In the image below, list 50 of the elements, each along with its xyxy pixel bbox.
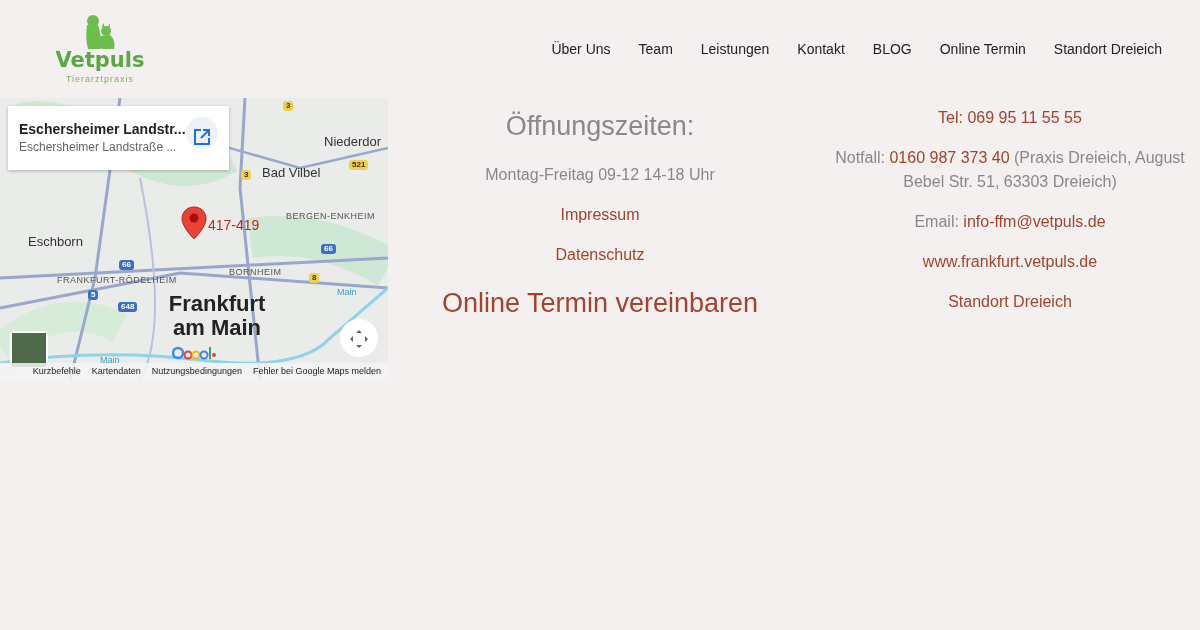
website-link[interactable]: www.frankfurt.vetpuls.de [922,250,1098,274]
nav-link[interactable]: Kontakt [783,38,859,60]
road-number: 8 [309,273,320,283]
footer-link[interactable]: Impressum [560,202,640,227]
nav-link[interactable]: Team [624,38,687,60]
appointment-link[interactable]: Online Termin vereinbaren [441,282,759,323]
logo-tagline: Tierarztpraxis [65,75,135,84]
district-label: BORNHEIM [229,268,282,277]
road-number: 66 [119,260,134,270]
map-footer-link[interactable]: Fehler bei Google Maps melden [252,364,381,379]
nav-link[interactable]: Standort Dreieich [1039,38,1176,60]
phone-link[interactable]: Tel: 069 95 11 55 55 [938,106,1082,130]
road-number: 3 [241,170,252,180]
place-title: Eschersheimer Landstr... [19,120,186,139]
place-label: Niederdor [324,135,382,148]
road-number: 521 [349,160,369,170]
logo-wordmark: Vetpuls [55,50,145,71]
place-label: Bad Vilbel [262,166,321,179]
road-number: 3 [283,101,294,111]
opening-hours-text: Montag-Freitag 09-12 14-18 Uhr [485,164,715,185]
open-in-maps-button[interactable] [186,117,218,149]
emergency-phone-link[interactable]: 0160 987 373 40 [889,149,1010,166]
map-pin-icon[interactable] [181,206,207,240]
location-link[interactable]: Standort Dreieich [948,290,1072,314]
river-label: Main [100,356,120,365]
road-number: 66 [321,244,336,254]
district-label: FRANKFURT-RÖDELHEIM [57,276,177,285]
map-provider-logo-icon [172,346,216,360]
road-number: 648 [118,302,138,312]
map-footer-link[interactable]: Nutzungsbedingungen [151,364,242,379]
city-label: Frankfurt am Main [167,292,267,341]
map-footer-link[interactable]: Kartendaten [91,364,141,379]
nav-link[interactable]: Über Uns [537,38,625,60]
emergency-text: Notfall: 0160 987 373 40 (Praxis Dreieich, August Bebel Str. 51, 63303 Dreieich) [834,148,1186,192]
district-label: BERGEN-ENKHEIM [286,212,375,221]
external-link-icon [193,127,211,146]
email-link[interactable]: info-ffm@vetpuls.de [963,213,1106,230]
email-text: Email: info-ffm@vetpuls.de [914,212,1106,232]
river-label: Main [337,288,357,297]
place-label: Eschborn [28,235,83,248]
hours-heading: Öffnungszeiten: [505,110,695,143]
place-address: Eschersheimer Landstraße ... [19,139,177,156]
nav-link[interactable]: Online Termin [925,38,1040,60]
nav-link[interactable]: BLOG [858,38,926,60]
footer-link[interactable]: Datenschutz [555,242,645,267]
pin-label: 417-419 [208,216,260,235]
map-footer-link[interactable]: Kurzbefehle [32,364,81,379]
road-number: 5 [88,290,99,300]
nav-link[interactable]: Leistungen [686,38,784,60]
expand-arrows-icon [348,327,370,350]
